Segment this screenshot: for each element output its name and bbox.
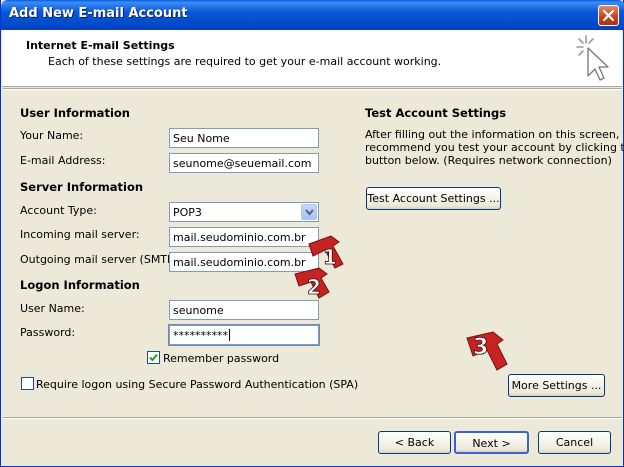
title-bar: Add New E-mail Account (1, 0, 624, 30)
account-type-value: POP3 (173, 206, 202, 219)
test-description-line2: recommend you test your account by click… (365, 141, 624, 154)
annotation-badge-2: 2 (294, 267, 330, 299)
remember-password-checkbox[interactable] (147, 351, 160, 364)
server-information-heading: Server Information (20, 180, 144, 194)
chevron-down-icon (305, 209, 314, 216)
test-account-settings-button[interactable]: Test Account Settings ... (366, 187, 501, 210)
more-settings-button[interactable]: More Settings ... (508, 374, 605, 397)
badge-3-number: 3 (473, 335, 488, 360)
test-description-line3: button below. (Requires network connecti… (365, 154, 612, 167)
password-label: Password: (20, 326, 76, 339)
next-button[interactable]: Next > (454, 431, 529, 454)
header-description: Each of these settings are required to g… (48, 55, 442, 68)
your-name-input[interactable]: Seu Nome (169, 128, 319, 148)
test-account-heading: Test Account Settings (365, 106, 507, 120)
footer-separator (3, 417, 622, 419)
user-name-label: User Name: (20, 302, 85, 315)
password-value: ********** (173, 329, 228, 342)
add-email-account-dialog: Add New E-mail Account Internet E-mail S… (0, 0, 624, 467)
account-type-dropdown-button[interactable] (301, 204, 317, 220)
password-input[interactable]: ********** (168, 324, 320, 346)
annotation-badge-3: 3 (466, 331, 508, 371)
window-title: Add New E-mail Account (9, 6, 188, 21)
header-title: Internet E-mail Settings (26, 39, 175, 52)
dialog-header: Internet E-mail Settings Each of these s… (2, 30, 622, 87)
wizard-cursor-icon (576, 35, 609, 81)
remember-password-label[interactable]: Remember password (163, 352, 279, 365)
back-button[interactable]: < Back (378, 431, 451, 454)
account-type-select[interactable]: POP3 (169, 202, 319, 222)
header-separator (3, 88, 622, 90)
outgoing-server-label: Outgoing mail server (SMTP): (20, 253, 182, 266)
text-caret (229, 329, 230, 341)
test-description-line1: After filling out the information on thi… (365, 128, 624, 141)
incoming-server-label: Incoming mail server: (20, 228, 140, 241)
badge-2-number: 2 (307, 275, 321, 299)
user-information-heading: User Information (20, 106, 130, 120)
email-address-input[interactable]: seunome@seuemail.com (169, 153, 319, 173)
close-button[interactable] (598, 5, 619, 26)
spa-checkbox[interactable] (21, 377, 34, 390)
account-type-label: Account Type: (20, 204, 97, 217)
logon-information-heading: Logon Information (20, 278, 140, 292)
cancel-button[interactable]: Cancel (538, 431, 611, 454)
checkmark-icon (149, 353, 158, 362)
user-name-input[interactable]: seunome (169, 300, 319, 320)
incoming-server-input[interactable]: mail.seudominio.com.br (169, 227, 319, 247)
email-address-label: E-mail Address: (20, 154, 106, 167)
close-icon (603, 10, 614, 21)
your-name-label: Your Name: (20, 129, 84, 142)
spa-label[interactable]: Require logon using Secure Password Auth… (36, 378, 358, 391)
